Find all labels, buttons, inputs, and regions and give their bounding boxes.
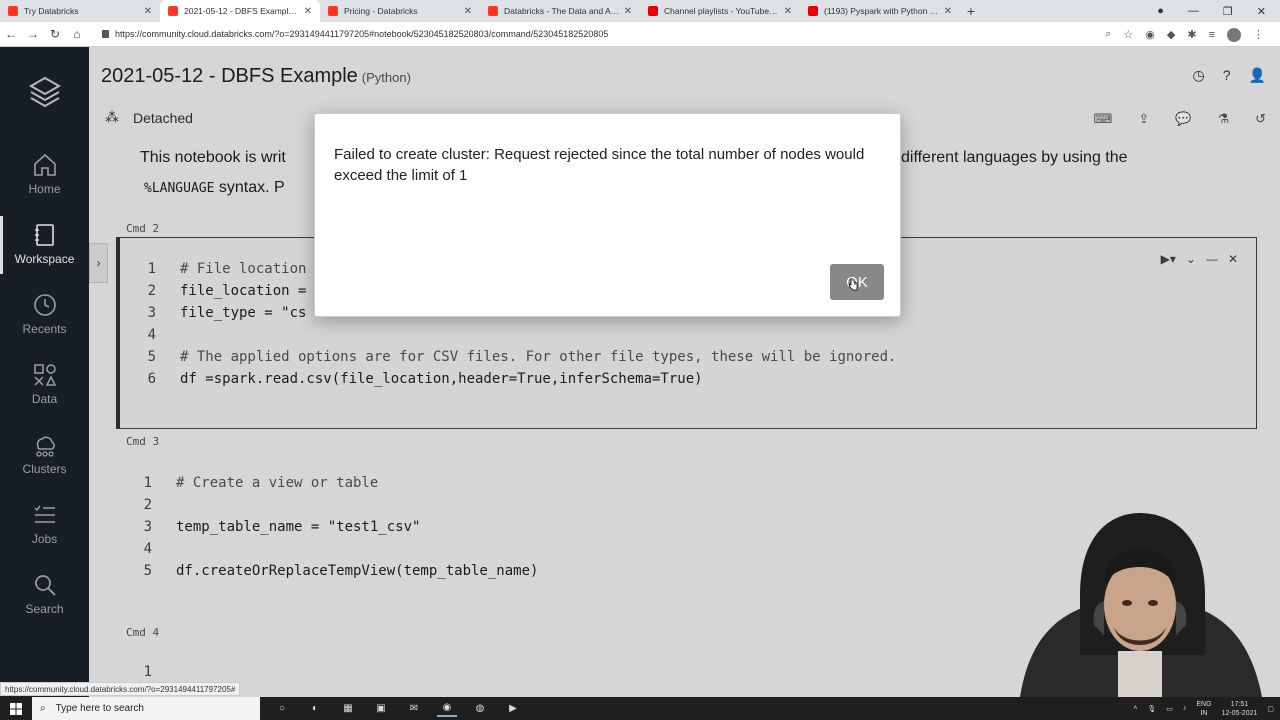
extension-puzzle-icon[interactable]: ✱	[1187, 28, 1196, 41]
zoom-icon[interactable]: ⌕	[1105, 28, 1111, 41]
youtube-favicon-icon	[648, 6, 658, 16]
mail-icon[interactable]: ✉	[404, 700, 424, 717]
reload-icon[interactable]: ↻	[44, 27, 66, 41]
close-tab-icon[interactable]: ✕	[624, 6, 632, 17]
profile-icon[interactable]: ●	[1157, 5, 1164, 17]
menu-dots-icon[interactable]: ⋮	[1253, 28, 1264, 41]
browser-tab[interactable]: Pricing - Databricks ✕	[320, 0, 480, 22]
store-icon[interactable]: ▣	[371, 700, 391, 717]
app-icon[interactable]: ◍	[470, 700, 490, 717]
databricks-favicon-icon	[488, 6, 498, 16]
close-tab-icon[interactable]: ✕	[784, 6, 792, 17]
battery-icon[interactable]: ▭	[1166, 705, 1173, 713]
edge-icon[interactable]: ◐	[305, 700, 325, 717]
close-window-icon[interactable]: ✕	[1257, 5, 1266, 18]
databricks-favicon-icon	[328, 6, 338, 16]
extension-icon[interactable]: ◉	[1145, 28, 1155, 41]
databricks-favicon-icon	[8, 6, 18, 16]
error-message: Failed to create cluster: Request reject…	[334, 146, 865, 184]
close-tab-icon[interactable]: ✕	[944, 6, 952, 17]
browser-tab[interactable]: Try Databricks ✕	[0, 0, 160, 22]
profile-avatar[interactable]	[1227, 27, 1241, 42]
maximize-icon[interactable]: ❐	[1223, 5, 1233, 18]
lock-icon	[102, 30, 109, 38]
window-controls: ● — ❐ ✕	[1157, 0, 1280, 22]
taskbar-search[interactable]: ⌕ Type here to search	[32, 697, 260, 720]
error-dialog: Failed to create cluster: Request reject…	[314, 113, 901, 317]
forward-icon[interactable]: →	[22, 27, 44, 41]
minimize-icon[interactable]: —	[1188, 5, 1199, 17]
chrome-icon[interactable]: ◉	[437, 700, 457, 717]
home-nav-icon[interactable]: ⌂	[66, 27, 88, 41]
windows-start-icon[interactable]	[0, 697, 32, 720]
terminal-icon[interactable]: ▶	[503, 700, 523, 717]
notification-icon[interactable]: ▢	[1267, 705, 1274, 713]
browser-tab-strip: Try Databricks ✕ 2021-05-12 - DBFS Exampl…	[0, 0, 1280, 22]
bookmark-star-icon[interactable]: ☆	[1123, 28, 1133, 41]
databricks-favicon-icon	[168, 6, 178, 16]
clock[interactable]: 17:51 12-05-2021	[1222, 700, 1258, 718]
microphone-icon[interactable]: 🎙	[1147, 705, 1156, 713]
browser-tab[interactable]: (1193) Pyspark with Python - You ✕	[800, 0, 960, 22]
webcam-overlay	[1020, 513, 1262, 697]
browser-tab-active[interactable]: 2021-05-12 - DBFS Example - D ✕	[160, 0, 320, 22]
hand-cursor-icon	[848, 278, 858, 291]
status-bar-url: https://community.cloud.databricks.com/?…	[0, 682, 241, 696]
system-tray: ˄ 🎙 ▭ ♪ ENG IN 17:51 12-05-2021 ▢	[1133, 697, 1274, 720]
calculator-icon[interactable]: ▦	[338, 700, 358, 717]
youtube-favicon-icon	[808, 6, 818, 16]
browser-extension-icons: ⌕ ☆ ◉ ◆ ✱ ≡ ⋮	[1105, 22, 1264, 47]
url-field[interactable]: https://community.cloud.databricks.com/?…	[102, 29, 608, 39]
address-bar: ← → ↻ ⌂ https://community.cloud.databric…	[0, 22, 1280, 47]
volume-icon[interactable]: ♪	[1183, 705, 1187, 712]
close-tab-icon[interactable]: ✕	[464, 6, 472, 17]
search-icon: ⌕	[40, 703, 46, 714]
close-tab-icon[interactable]: ✕	[144, 6, 152, 17]
taskbar-apps: ○ ◐ ▦ ▣ ✉ ◉ ◍ ▶	[272, 700, 523, 717]
close-tab-icon[interactable]: ✕	[304, 6, 312, 17]
back-icon[interactable]: ←	[0, 27, 22, 41]
browser-tab[interactable]: Databricks - The Data and AI Co. ✕	[480, 0, 640, 22]
new-tab-button[interactable]: +	[960, 0, 982, 22]
language-indicator[interactable]: ENG IN	[1196, 700, 1211, 718]
url-text: https://community.cloud.databricks.com/?…	[115, 29, 609, 39]
media-icon[interactable]: ≡	[1209, 29, 1215, 41]
extension-icon[interactable]: ◆	[1167, 28, 1175, 41]
windows-taskbar: ⌕ Type here to search ○ ◐ ▦ ▣ ✉ ◉ ◍ ▶ ˄ …	[0, 697, 1280, 720]
browser-tab[interactable]: Channel playlists - YouTube Stu ✕	[640, 0, 800, 22]
tray-chevron-icon[interactable]: ˄	[1133, 705, 1137, 712]
task-view-icon[interactable]: ○	[272, 700, 292, 717]
